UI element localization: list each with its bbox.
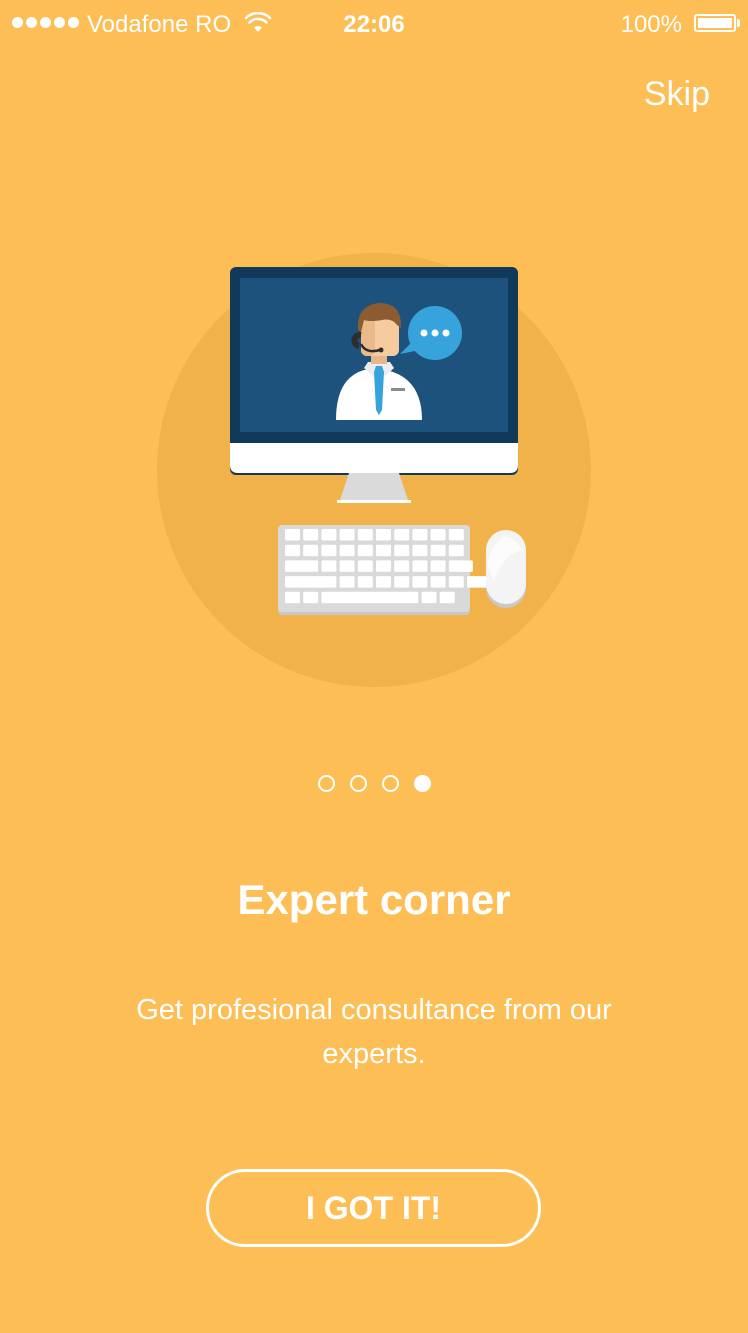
keyboard-key — [303, 591, 319, 604]
keyboard-key — [430, 576, 446, 588]
page-indicator — [0, 775, 748, 792]
battery-tip — [737, 19, 740, 27]
mouse-icon — [486, 530, 526, 608]
battery-icon — [694, 14, 736, 32]
keyboard-key — [448, 560, 473, 572]
keyboard-key — [412, 576, 428, 588]
page-dot[interactable] — [413, 775, 431, 792]
keyboard-key — [394, 560, 410, 572]
keyboard-key — [412, 560, 428, 572]
keyboard-key — [439, 591, 455, 604]
keyboard-key — [321, 591, 419, 604]
page-description: Get profesional consultance from our exp… — [136, 994, 612, 1070]
keyboard-key — [357, 560, 373, 572]
keyboard-key — [285, 544, 300, 557]
monitor-chin — [230, 443, 518, 473]
status-bar: Vodafone RO 22:06 100% — [0, 0, 748, 50]
keyboard-key — [448, 529, 464, 541]
page-dot[interactable] — [381, 775, 399, 792]
keyboard-key — [339, 529, 355, 541]
keyboard-key — [285, 576, 337, 588]
page-dot[interactable] — [317, 775, 335, 792]
got-it-button[interactable]: I GOT IT! — [206, 1169, 541, 1247]
keyboard-icon — [278, 525, 492, 615]
keyboard-key — [321, 544, 337, 557]
skip-button[interactable]: Skip — [644, 72, 710, 116]
keyboard-key — [357, 544, 373, 557]
keyboard-key — [303, 544, 319, 557]
keyboard-key — [376, 544, 391, 557]
keyboard-key — [285, 560, 319, 572]
keyboard-key — [448, 544, 464, 557]
keyboard-key — [376, 560, 391, 572]
keyboard-key — [412, 529, 428, 541]
keyboard-key — [339, 544, 355, 557]
keyboard-key — [339, 560, 355, 572]
keyboard-key — [376, 576, 391, 588]
keyboard-key — [421, 591, 437, 604]
keyboard-key — [394, 576, 410, 588]
keyboard-key — [430, 529, 446, 541]
keyboard-key — [285, 529, 300, 541]
keyboard-key — [357, 576, 373, 588]
keyboard-key — [394, 544, 410, 557]
keyboard-key — [412, 544, 428, 557]
monitor-stand — [340, 473, 408, 500]
keyboard-key — [430, 544, 446, 557]
battery-percentage: 100% — [620, 11, 682, 38]
support-agent-desktop-icon — [157, 253, 591, 687]
keyboard-key — [285, 591, 300, 604]
keyboard-key — [448, 576, 464, 588]
keyboard-key — [430, 560, 446, 572]
keyboard-key — [321, 560, 337, 572]
keyboard-key — [357, 529, 373, 541]
keyboard-key — [339, 576, 355, 588]
onboarding-screen: Vodafone RO 22:06 100% Skip Expert corne… — [0, 0, 748, 1333]
keyboard-key — [394, 529, 410, 541]
page-title: Expert corner — [237, 876, 511, 923]
keyboard-key — [376, 529, 391, 541]
keyboard-key — [303, 529, 319, 541]
page-dot[interactable] — [349, 775, 367, 792]
keyboard-key — [321, 529, 337, 541]
